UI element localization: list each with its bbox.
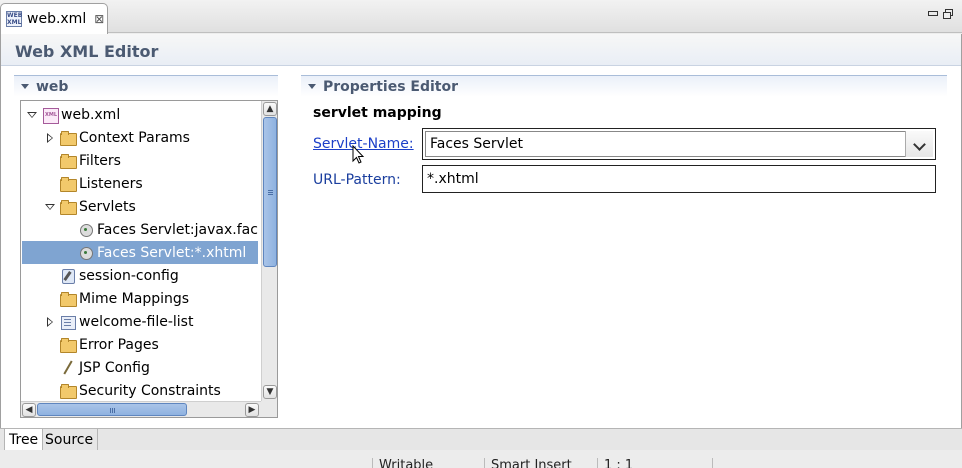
folder-icon [60, 199, 77, 215]
tree-item[interactable]: Error Pages [22, 333, 258, 356]
web-section-header[interactable]: web [14, 75, 278, 97]
tree-item[interactable]: Mime Mappings [22, 287, 258, 310]
properties-section-title: Properties Editor [323, 78, 458, 95]
tab-source[interactable]: Source [41, 429, 99, 450]
editor-header: Web XML Editor [1, 34, 961, 66]
grip-icon [268, 190, 273, 191]
editor-tab-web-xml[interactable]: WEB XML web.xml ⊠ [0, 3, 108, 34]
properties-section-header[interactable]: Properties Editor [301, 75, 947, 97]
tree-item-label: JSP Config [79, 359, 150, 376]
tab-tree-label: Tree [9, 431, 39, 448]
tree-item-label: web.xml [61, 106, 121, 123]
folder-icon [60, 383, 77, 399]
status-writable: Writable [372, 458, 433, 468]
horizontal-scrollbar[interactable]: ◀ ▶ [21, 401, 262, 417]
tab-source-label: Source [45, 431, 94, 448]
tree-item[interactable]: session-config [22, 264, 258, 287]
tree-item-label: Mime Mappings [79, 290, 190, 307]
tree-item[interactable]: JSP Config [22, 356, 258, 379]
folder-icon [60, 176, 77, 192]
scroll-left-icon[interactable]: ◀ [22, 403, 36, 417]
tree-item-label: Context Params [79, 129, 190, 146]
page-title: Web XML Editor [15, 42, 159, 61]
vertical-scroll-thumb[interactable] [263, 117, 277, 267]
editor-tab-label: web.xml [27, 11, 87, 27]
tree-item-label: Error Pages [79, 336, 159, 353]
scroll-down-icon[interactable]: ▼ [263, 385, 277, 399]
scroll-right-icon[interactable]: ▶ [245, 403, 259, 417]
collapsed-icon[interactable] [44, 132, 56, 144]
editor-tab-bar: WEB XML web.xml ⊠ [0, 0, 962, 34]
minimize-icon[interactable] [928, 9, 938, 18]
tree-item-label: welcome-file-list [79, 313, 194, 330]
tree-item-label: session-config [79, 267, 179, 284]
servlet-name-combo[interactable]: Faces Servlet [422, 128, 936, 160]
status-bar: Writable Smart Insert 1 : 1 [0, 450, 962, 468]
servlet-name-value[interactable]: Faces Servlet [425, 131, 933, 157]
tree-item-label: Servlets [79, 198, 136, 215]
xml-file-icon [42, 107, 59, 124]
grip-icon [110, 408, 111, 413]
tree-item[interactable]: web.xml [22, 103, 258, 126]
tree-item[interactable]: Filters [22, 149, 258, 172]
servlet-icon [78, 245, 94, 261]
folder-icon [60, 337, 77, 353]
tab-tree[interactable]: Tree [4, 429, 44, 450]
url-pattern-label: URL-Pattern: [313, 172, 401, 188]
folder-icon [60, 153, 77, 169]
web-section-title: web [36, 78, 69, 95]
servlet-mapping-heading: servlet mapping [313, 105, 442, 121]
web-xml-file-icon: WEB XML [6, 11, 23, 27]
url-pattern-input[interactable] [422, 165, 936, 193]
collapse-section-icon[interactable] [308, 84, 316, 89]
status-position: 1 : 1 [597, 458, 633, 468]
tree-item[interactable]: Security Constraints [22, 379, 258, 402]
status-insert-mode: Smart Insert [484, 458, 572, 468]
tree-item[interactable]: Listeners [22, 172, 258, 195]
scrollbar-corner [261, 401, 277, 417]
status-spacer [712, 458, 719, 468]
folder-icon [60, 291, 77, 307]
horizontal-scroll-thumb[interactable] [37, 403, 187, 416]
window-controls [928, 9, 953, 19]
config-icon [60, 268, 76, 284]
tree-item-label: Filters [79, 152, 121, 169]
tree-item-label: Faces Servlet:javax.faces.webapp.FacesSe… [97, 221, 258, 238]
tree-item[interactable]: Servlets [22, 195, 258, 218]
tree-item[interactable]: Faces Servlet:*.xhtml [22, 241, 258, 264]
vertical-scrollbar[interactable]: ▲ ▼ [261, 101, 277, 401]
restore-icon[interactable] [943, 9, 953, 19]
mouse-pointer-icon [352, 145, 365, 164]
chevron-down-icon[interactable] [905, 131, 933, 157]
tree-item-label: Faces Servlet:*.xhtml [97, 244, 247, 261]
list-icon [60, 314, 76, 330]
tree-view[interactable]: web.xml Context Params Filters Listeners Ser… [20, 100, 278, 418]
collapsed-icon[interactable] [44, 316, 56, 328]
scroll-up-icon[interactable]: ▲ [263, 102, 277, 116]
tree-item-label: Listeners [79, 175, 143, 192]
expanded-icon[interactable] [44, 201, 56, 213]
tree-item[interactable]: Context Params [22, 126, 258, 149]
tree-item[interactable]: Faces Servlet:javax.faces.webapp.FacesSe… [22, 218, 258, 241]
close-tab-icon[interactable]: ⊠ [94, 12, 104, 26]
pen-icon [60, 360, 76, 376]
tree-item[interactable]: welcome-file-list [22, 310, 258, 333]
folder-icon [60, 130, 77, 146]
editor-page-tabs: Tree Source [0, 428, 962, 450]
servlet-icon [78, 222, 94, 238]
tree-item-label: Security Constraints [79, 382, 221, 399]
expanded-icon[interactable] [26, 109, 38, 121]
collapse-section-icon[interactable] [21, 84, 29, 89]
